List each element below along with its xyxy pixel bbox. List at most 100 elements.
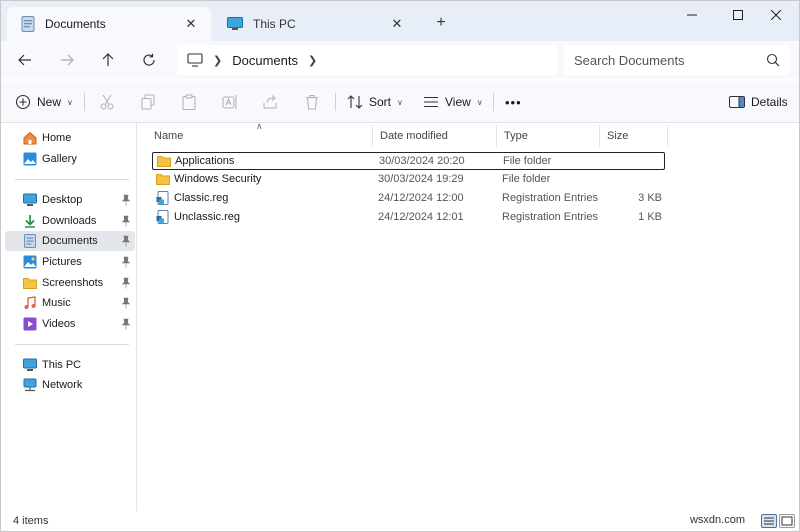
sidebar-item-documents[interactable]: Documents — [5, 231, 135, 251]
copy-button[interactable] — [135, 89, 161, 115]
sidebar-item-pictures[interactable]: Pictures — [5, 252, 135, 272]
search-icon[interactable] — [766, 53, 780, 67]
column-header-type[interactable]: Type — [496, 125, 599, 147]
trash-icon — [306, 95, 318, 110]
large-icons-view-toggle[interactable] — [779, 514, 795, 528]
pin-icon[interactable] — [121, 194, 131, 206]
sidebar-item-videos[interactable]: Videos — [5, 314, 135, 334]
close-window-button[interactable] — [753, 1, 799, 29]
column-header-date[interactable]: Date modified — [372, 125, 496, 147]
clipboard-icon — [182, 94, 196, 110]
file-row[interactable]: Unclassic.reg 24/12/2024 12:01 Registrat… — [152, 209, 665, 227]
sidebar-item-desktop[interactable]: Desktop — [5, 190, 135, 210]
navigation-pane: Home Gallery Desktop Downloads Documents… — [1, 123, 137, 511]
chevron-right-icon[interactable]: ❯ — [308, 54, 317, 67]
copy-icon — [141, 94, 155, 110]
back-button[interactable] — [11, 47, 39, 73]
forward-button[interactable] — [53, 47, 81, 73]
file-row[interactable]: Applications 30/03/2024 20:20 File folde… — [152, 152, 665, 170]
minimize-icon — [687, 14, 697, 16]
folder-icon — [23, 278, 37, 289]
details-label: Details — [751, 95, 788, 109]
videos-icon — [23, 317, 37, 331]
chevron-down-icon: ∨ — [67, 97, 73, 107]
view-button[interactable]: View ∨ — [423, 89, 483, 115]
desktop-icon — [23, 193, 37, 206]
rename-icon — [222, 95, 237, 109]
divider — [84, 93, 85, 111]
details-view-toggle[interactable] — [761, 514, 777, 528]
tab-label: Documents — [45, 17, 106, 31]
divider — [493, 93, 494, 111]
details-button[interactable]: Details — [729, 89, 788, 115]
file-date: 24/12/2024 12:00 — [378, 192, 464, 204]
home-icon — [23, 131, 37, 145]
file-size: 3 KB — [638, 192, 662, 204]
up-button[interactable] — [94, 47, 122, 73]
pin-icon[interactable] — [121, 297, 131, 309]
pin-icon[interactable] — [121, 256, 131, 268]
column-divider[interactable] — [667, 125, 668, 147]
documents-icon — [21, 16, 35, 32]
share-button[interactable] — [258, 89, 284, 115]
sidebar-item-home[interactable]: Home — [5, 128, 135, 148]
column-header-size[interactable]: Size — [599, 125, 667, 147]
breadcrumb-documents[interactable]: Documents — [232, 53, 298, 68]
file-name-cell: Classic.reg — [156, 190, 228, 206]
rename-button[interactable] — [217, 89, 243, 115]
minimize-button[interactable] — [669, 1, 715, 29]
sidebar-item-label: Network — [42, 379, 83, 391]
pin-icon[interactable] — [121, 215, 131, 227]
plus-circle-icon — [15, 94, 31, 110]
search-input[interactable] — [574, 51, 754, 69]
sidebar-item-music[interactable]: Music — [5, 293, 135, 313]
sidebar-item-this-pc[interactable]: This PC — [5, 355, 135, 375]
paste-button[interactable] — [176, 89, 202, 115]
pin-icon[interactable] — [121, 318, 131, 330]
file-size: 1 KB — [638, 211, 662, 223]
file-row[interactable]: Windows Security 30/03/2024 19:29 File f… — [152, 171, 665, 189]
sidebar-item-gallery[interactable]: Gallery — [5, 149, 135, 169]
new-button[interactable]: New ∨ — [15, 89, 73, 115]
column-header-label: Type — [504, 130, 528, 142]
file-date: 30/03/2024 19:29 — [378, 173, 464, 185]
tab-documents[interactable]: Documents ✕ — [7, 7, 211, 41]
delete-button[interactable] — [299, 89, 325, 115]
sidebar-item-label: Videos — [42, 318, 76, 330]
file-size — [598, 171, 662, 187]
sidebar-item-network[interactable]: Network — [5, 375, 135, 395]
sort-button[interactable]: Sort ∨ — [347, 89, 403, 115]
sidebar-item-screenshots[interactable]: Screenshots — [5, 273, 135, 293]
more-options-button[interactable]: ••• — [505, 89, 522, 115]
new-tab-button[interactable]: + — [431, 13, 451, 33]
cut-button[interactable] — [94, 89, 120, 115]
file-explorer-window: Documents ✕ This PC ✕ + ❯ Documents ❯ Se… — [0, 0, 800, 532]
chevron-right-icon[interactable]: ❯ — [213, 54, 222, 67]
close-tab-icon[interactable]: ✕ — [183, 16, 199, 32]
maximize-icon — [733, 10, 743, 20]
column-header-name[interactable]: Name — [146, 125, 372, 147]
file-list: ∧ Name Date modified Type Size Applicati… — [138, 121, 799, 511]
refresh-button[interactable] — [135, 47, 163, 73]
column-header-label: Size — [607, 130, 629, 142]
details-pane-icon — [729, 96, 745, 108]
search-box[interactable] — [564, 45, 790, 75]
close-tab-icon[interactable]: ✕ — [389, 16, 405, 32]
pin-icon[interactable] — [121, 235, 131, 247]
scissors-icon — [100, 94, 114, 110]
chevron-down-icon: ∨ — [476, 97, 483, 107]
file-row[interactable]: Classic.reg 24/12/2024 12:00 Registratio… — [152, 190, 665, 208]
pin-icon[interactable] — [121, 277, 131, 289]
address-bar[interactable]: ❯ Documents ❯ — [177, 45, 557, 75]
folder-icon — [156, 174, 170, 185]
file-name-cell: Windows Security — [156, 171, 261, 187]
arrow-left-icon — [18, 54, 31, 66]
sidebar-item-label: Downloads — [42, 215, 97, 227]
sidebar-item-label: Home — [42, 132, 72, 144]
sidebar-item-downloads[interactable]: Downloads — [5, 211, 135, 231]
network-icon — [23, 378, 37, 392]
tab-this-pc[interactable]: This PC ✕ — [213, 7, 417, 41]
sidebar-item-label: Pictures — [42, 256, 82, 268]
divider — [335, 93, 336, 111]
arrow-right-icon — [61, 54, 74, 66]
